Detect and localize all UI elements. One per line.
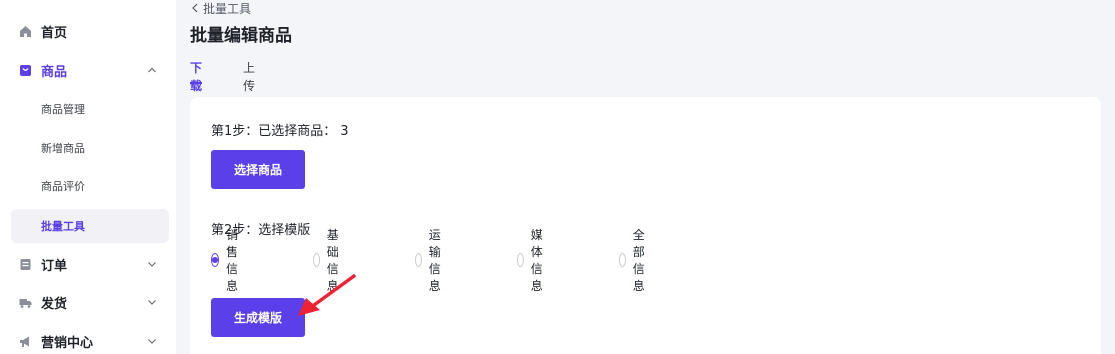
order-icon	[19, 258, 32, 271]
sidebar-subitem-new-product[interactable]: 新增商品	[11, 131, 169, 165]
home-icon	[19, 25, 32, 38]
truck-icon	[19, 296, 32, 309]
page-title: 批量编辑商品	[190, 26, 292, 46]
chevron-down-icon	[145, 334, 159, 348]
radio-circle[interactable]	[211, 253, 219, 267]
sidebar-subitem-label: 商品评价	[41, 180, 85, 193]
radio-all-info[interactable]: 全部信息	[619, 228, 652, 293]
bag-icon	[19, 64, 32, 77]
radio-label: 销售信息	[226, 228, 239, 293]
chevron-down-icon	[145, 257, 159, 271]
radio-sales-info[interactable]: 销售信息	[211, 228, 244, 293]
select-products-button[interactable]: 选择商品	[211, 150, 305, 189]
sidebar-item-label: 营销中心	[41, 335, 94, 351]
radio-circle[interactable]	[415, 253, 422, 267]
sidebar-subitem-bulk-tools[interactable]: 批量工具	[11, 209, 169, 243]
sidebar-item-marketing[interactable]: 营销中心	[0, 323, 176, 354]
breadcrumb-label: 批量工具	[203, 1, 252, 16]
sidebar-subitem-label: 商品管理	[41, 103, 85, 116]
chevron-down-icon	[145, 295, 159, 309]
annotation-arrow-icon	[298, 274, 356, 316]
radio-circle[interactable]	[517, 253, 524, 267]
megaphone-icon	[19, 335, 32, 348]
sidebar-item-label: 发货	[41, 296, 68, 312]
radio-basic-info[interactable]: 基础信息	[313, 228, 346, 293]
sidebar-subitem-product-management[interactable]: 商品管理	[11, 92, 169, 126]
sidebar-subitem-label: 批量工具	[41, 220, 85, 233]
step1-label-text: 第1步：已选择商品：	[211, 124, 337, 139]
sidebar-item-orders[interactable]: 订单	[0, 246, 176, 282]
sidebar-item-shipping[interactable]: 发货	[0, 284, 176, 320]
sidebar-subitem-product-reviews[interactable]: 商品评价	[11, 169, 169, 203]
step1-label: 第1步：已选择商品： 3	[211, 120, 349, 139]
selected-count: 3	[340, 124, 349, 139]
sidebar-item-home[interactable]: 首页	[0, 13, 176, 49]
sidebar-item-label: 首页	[41, 25, 68, 41]
generate-template-button[interactable]: 生成模版	[211, 298, 305, 337]
tab-upload[interactable]: 上传	[243, 59, 255, 93]
sidebar-item-products[interactable]: 商品	[0, 52, 176, 88]
breadcrumb[interactable]: 批量工具	[191, 0, 251, 16]
sidebar-item-label: 订单	[41, 258, 68, 274]
radio-label: 媒体信息	[530, 228, 543, 293]
radio-media-info[interactable]: 媒体信息	[517, 228, 550, 293]
sidebar-subitem-label: 新增商品	[41, 142, 85, 155]
tab-download[interactable]: 下载	[190, 59, 203, 93]
radio-label: 全部信息	[632, 228, 645, 293]
chevron-left-icon	[191, 3, 199, 13]
radio-circle[interactable]	[313, 253, 320, 267]
radio-label: 运输信息	[428, 228, 441, 293]
sidebar: 首页 商品 商品管理 新增商品 商品评价 批量工具 订单 发货 营销中心	[0, 0, 176, 354]
chevron-up-icon	[145, 63, 159, 77]
radio-shipping-info[interactable]: 运输信息	[415, 228, 448, 293]
radio-circle[interactable]	[619, 253, 626, 267]
sidebar-item-label: 商品	[41, 64, 68, 80]
